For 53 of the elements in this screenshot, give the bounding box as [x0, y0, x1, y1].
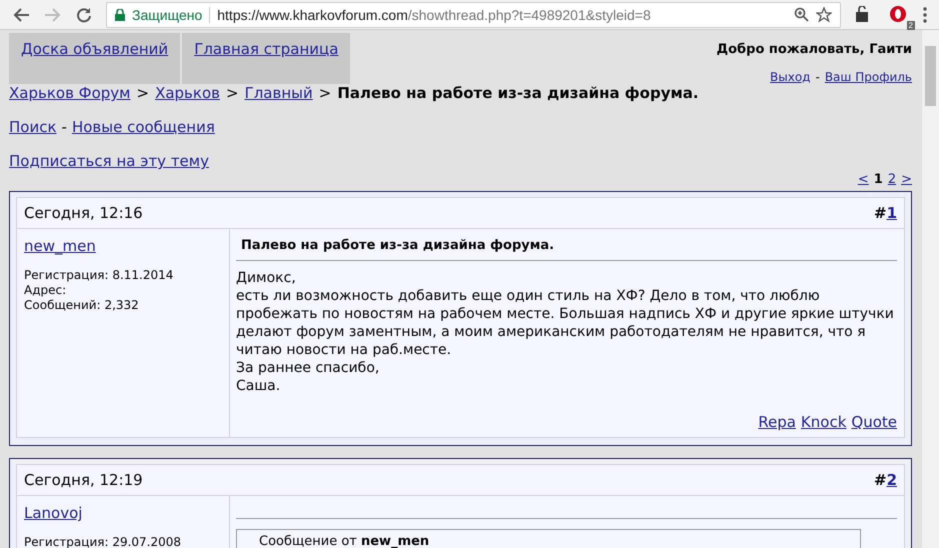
separator: -	[815, 70, 820, 84]
page-number: 1	[874, 172, 883, 187]
breadcrumb-link[interactable]: Харьков Форум	[9, 84, 130, 102]
post-text: есть ли возможность добавить еще один стиль на ХФ? Дело в том, что люблю пробежать по новостям на рабочем месте. Большая надпись ХФ и другие яркие штучки делают форум заментным, а моим американским работодателям не нравится, что я читаю новости на раб.месте.	[236, 287, 895, 359]
reload-icon[interactable]	[76, 6, 92, 22]
zoom-icon[interactable]	[794, 7, 809, 22]
next-page-link[interactable]: >	[901, 172, 912, 187]
breadcrumb-link[interactable]: Главный	[244, 84, 313, 102]
page-link[interactable]: 2	[888, 172, 896, 187]
quick-link[interactable]: Новые сообщения	[72, 118, 215, 136]
nav-tab[interactable]: Главная страница	[182, 33, 350, 84]
quote-header: Сообщение от new_men	[259, 534, 430, 548]
user-info: Сообщений: 2,332	[24, 298, 140, 313]
post-text: За раннее спасибо,	[236, 359, 380, 377]
breadcrumb-separator: >	[318, 84, 332, 102]
user-info: Регистрация: 8.11.2014	[24, 268, 174, 283]
menu-icon[interactable]	[923, 6, 927, 22]
user-info: Адрес:	[24, 283, 68, 298]
nav-tab[interactable]: Доска объявлений	[9, 33, 180, 84]
scrollbar-thumb[interactable]	[925, 46, 936, 106]
separator: -	[62, 118, 67, 136]
post-date: Сегодня, 12:19	[24, 471, 143, 489]
subscribe-link[interactable]: Подписаться на эту тему	[9, 152, 209, 170]
prev-page-link[interactable]: <	[858, 172, 869, 187]
post-text: Димокс,	[236, 269, 297, 287]
post-text: Саша.	[236, 377, 282, 395]
post-action-link[interactable]: Quote	[851, 413, 897, 431]
post-number-link[interactable]: 2	[886, 471, 897, 489]
lock-icon	[115, 8, 125, 20]
address-bar[interactable]: Защищено https://www.kharkovforum.com/showthread.php?t=4989201&styleid=8	[106, 2, 841, 28]
post-number-prefix: #	[874, 204, 887, 222]
breadcrumb-separator: >	[226, 84, 239, 102]
post-action-link[interactable]: Repa	[758, 413, 796, 431]
thread-title: Палево на работе из-за дизайна форума.	[337, 84, 699, 102]
post-number-prefix: #	[874, 471, 887, 489]
scrollbar[interactable]	[921, 30, 939, 548]
post-date: Сегодня, 12:16	[24, 204, 143, 222]
breadcrumb-link[interactable]: Харьков	[155, 84, 220, 102]
post-title: Палево на работе из-за дизайна форума.	[236, 238, 897, 261]
quick-link[interactable]: Поиск	[9, 118, 57, 136]
extension-badge: 2	[906, 20, 915, 30]
welcome-text: Добро пожаловать, Гаити	[716, 42, 912, 57]
user-link[interactable]: Выход	[770, 70, 810, 84]
security-label: Защищено	[132, 6, 202, 22]
user-link[interactable]: Ваш Профиль	[824, 70, 912, 84]
post-action-link[interactable]: Knock	[800, 413, 846, 431]
author-link[interactable]: Lanovoj	[24, 504, 82, 522]
breadcrumb-separator: >	[136, 84, 150, 102]
post-number-link[interactable]: 1	[886, 204, 897, 222]
back-icon[interactable]	[12, 6, 30, 22]
url-text: https://www.kharkovforum.com/showthread.php?t=4989201&styleid=8	[217, 6, 651, 22]
author-link[interactable]: new_men	[24, 237, 96, 255]
star-icon[interactable]	[816, 6, 832, 22]
